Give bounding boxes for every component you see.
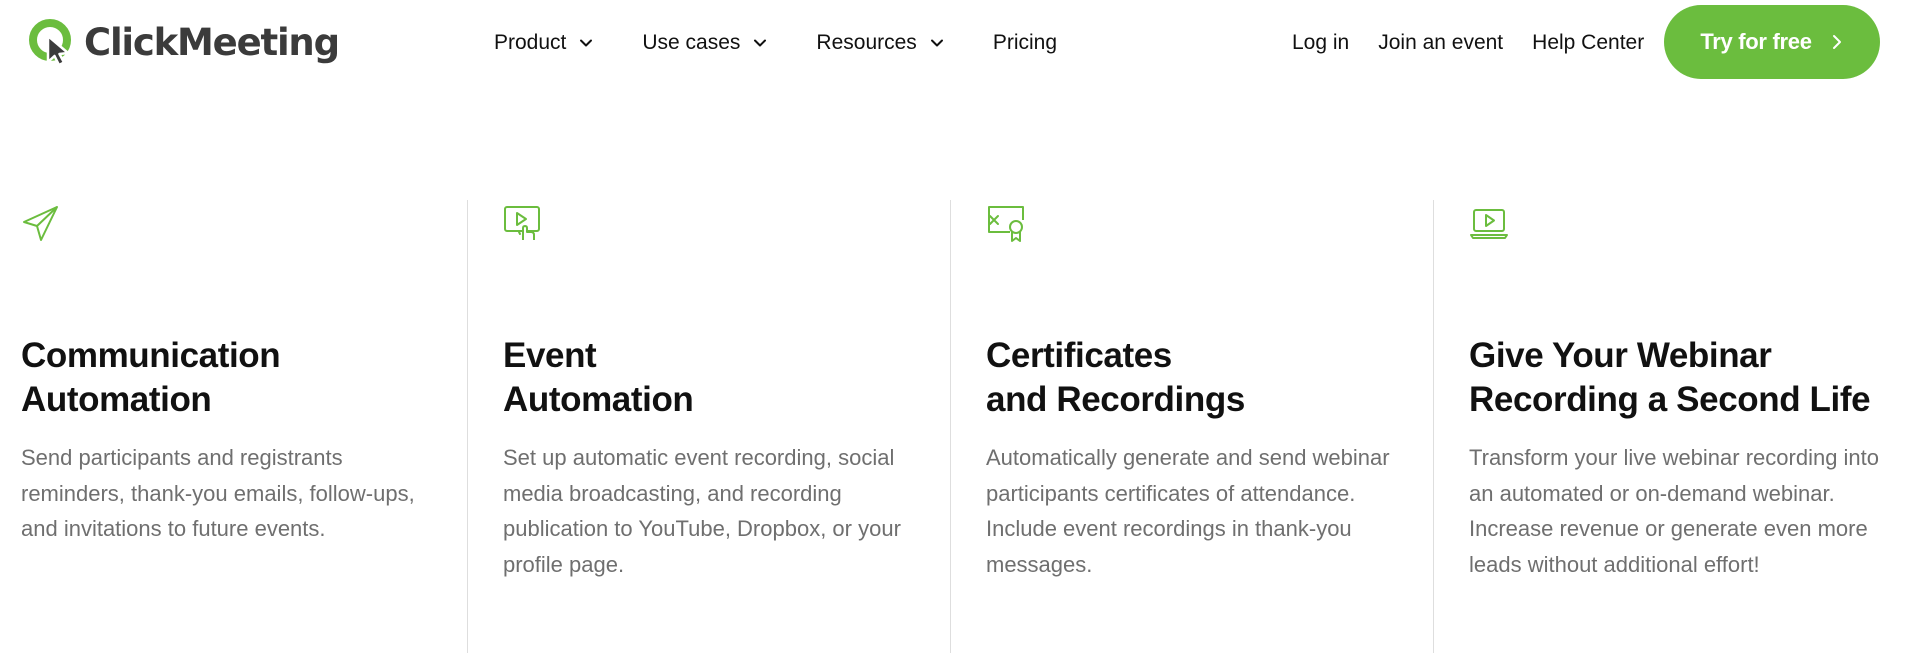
login-link[interactable]: Log in — [1292, 31, 1349, 55]
nav-item-pricing[interactable]: Pricing — [993, 27, 1057, 59]
main-nav: Product Use cases Resources Pricing — [494, 27, 1057, 59]
feature-description: Automatically generate and send webinar … — [986, 445, 1390, 577]
feature-card: Certificates and Recordings Automaticall… — [950, 200, 1433, 653]
feature-title-line2: Automation — [21, 380, 212, 419]
certificate-icon — [988, 206, 1024, 242]
feature-card: Give Your Webinar Recording a Second Lif… — [1433, 200, 1920, 653]
site-header: ClickMeeting Product Use cases Resources… — [0, 0, 1920, 86]
feature-title-line2: Automation — [503, 380, 694, 419]
clickmeeting-logo-icon — [29, 19, 71, 67]
feature-card: Communication Automation Send participan… — [0, 200, 467, 653]
nav-item-label: Product — [494, 31, 567, 54]
chevron-down-icon — [580, 39, 593, 47]
feature-title-line1: Event — [503, 336, 597, 375]
feature-card: Event Automation Set up automatic event … — [467, 200, 950, 653]
feature-title: Communication Automation — [21, 334, 281, 422]
help-center-link[interactable]: Help Center — [1532, 31, 1644, 55]
join-event-link[interactable]: Join an event — [1378, 31, 1503, 55]
nav-item-resources[interactable]: Resources — [816, 27, 944, 59]
feature-title-line1: Communication — [21, 336, 281, 375]
chevron-down-icon — [754, 39, 767, 47]
feature-title-line1: Certificates — [986, 336, 1172, 375]
chevron-right-icon — [1832, 35, 1841, 49]
try-for-free-button[interactable]: Try for free — [1664, 5, 1880, 79]
header-right-links: Log in Join an event Help Center — [1292, 27, 1644, 59]
feature-description: Set up automatic event recording, social… — [503, 445, 901, 577]
feature-title: Certificates and Recordings — [986, 334, 1245, 422]
brand-name: ClickMeeting — [84, 20, 340, 64]
cta-label: Try for free — [1700, 29, 1812, 54]
feature-description: Transform your live webinar recording in… — [1469, 445, 1880, 577]
paper-plane-icon — [23, 206, 58, 241]
screen-play-touch-icon — [504, 206, 540, 240]
feature-title-line2: and Recordings — [986, 380, 1245, 419]
nav-item-label: Resources — [816, 31, 917, 54]
clickmeeting-logo[interactable]: ClickMeeting — [26, 16, 340, 68]
chevron-down-icon — [930, 39, 943, 47]
nav-item-label: Pricing — [992, 31, 1058, 54]
feature-description: Send participants and registrants remind… — [21, 445, 415, 541]
features-section: Communication Automation Send participan… — [0, 200, 1920, 653]
feature-title-line1: Give Your Webinar — [1469, 336, 1772, 375]
feature-title: Event Automation — [503, 334, 694, 422]
laptop-play-icon — [1470, 209, 1508, 239]
nav-item-product[interactable]: Product — [494, 27, 594, 59]
nav-item-label: Use cases — [642, 31, 741, 54]
nav-item-use-cases[interactable]: Use cases — [642, 27, 768, 59]
feature-title: Give Your Webinar Recording a Second Lif… — [1469, 334, 1871, 422]
feature-title-line2: Recording a Second Life — [1469, 380, 1871, 419]
